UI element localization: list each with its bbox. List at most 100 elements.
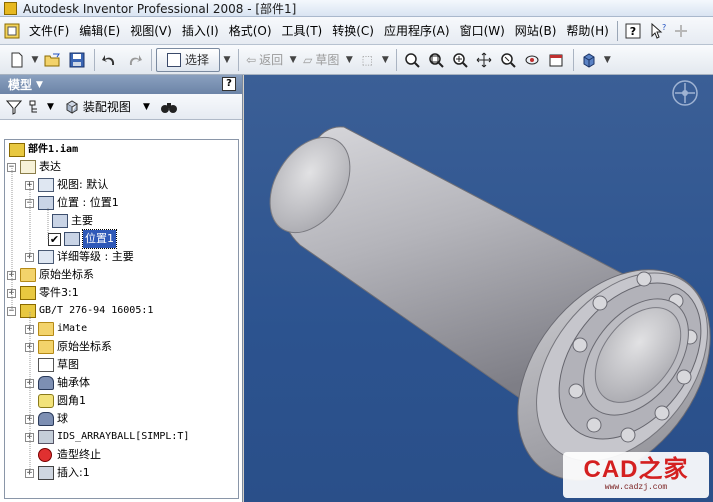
return-dropdown-chevron-icon[interactable]: ▼	[288, 48, 298, 72]
fillet-icon	[38, 394, 54, 408]
expand-toggle[interactable]: +	[25, 468, 34, 478]
display-style-cube-icon[interactable]	[578, 48, 600, 72]
tree-node-view[interactable]: + 视图: 默认	[25, 176, 108, 194]
menu-insert[interactable]: 插入(I)	[177, 17, 224, 45]
tree-node-level-of-detail[interactable]: + 详细等级 : 主要	[25, 248, 134, 266]
tree-node-representation[interactable]: − 表达	[7, 158, 61, 176]
tree-node-label: 球	[57, 412, 68, 425]
expand-toggle[interactable]: +	[25, 180, 34, 190]
sketch-button[interactable]: ▱ 草图	[300, 48, 342, 72]
tree-node-origin-2[interactable]: + 原始坐标系	[25, 338, 112, 356]
panel-help-icon[interactable]: ?	[222, 77, 236, 91]
tree-node-label: GB/T 276-94 16005:1	[39, 305, 154, 316]
tree-node-position[interactable]: − 位置 : 位置1	[25, 194, 119, 212]
tree-node-label: 零件3:1	[39, 286, 79, 299]
tree-node-label: 原始坐标系	[57, 340, 112, 353]
redo-icon[interactable]	[123, 48, 145, 72]
menu-edit[interactable]: 编辑(E)	[74, 17, 125, 45]
tree-node-sketch[interactable]: 草图	[25, 356, 79, 374]
active-checkmark-icon[interactable]: ✔	[48, 232, 61, 246]
graphics-viewport[interactable]: CAD之家 www.cadzj.com	[244, 75, 713, 502]
menu-format[interactable]: 格式(O)	[224, 17, 277, 45]
tree-node-position-main[interactable]: 主要	[52, 212, 93, 230]
hierarchy-dropdown-chevron-icon[interactable]: ▼	[47, 102, 54, 112]
undo-icon[interactable]	[99, 48, 121, 72]
rotate-icon[interactable]	[521, 48, 543, 72]
expand-toggle[interactable]: +	[25, 342, 34, 352]
tree-node-label: 视图: 默认	[57, 178, 109, 191]
menu-applications[interactable]: 应用程序(A)	[379, 17, 455, 45]
find-binoculars-icon[interactable]	[160, 100, 178, 114]
tree-node-ball[interactable]: + 球	[25, 410, 68, 428]
tree-node-imate[interactable]: + iMate	[25, 320, 87, 338]
tree-node-label: 圆角1	[57, 394, 86, 407]
expand-toggle[interactable]: +	[25, 252, 34, 262]
expand-toggle[interactable]: +	[7, 288, 16, 298]
tree-node-root[interactable]: 部件1.iam	[9, 141, 78, 159]
select-dropdown-chevron-icon[interactable]: ▼	[222, 48, 232, 72]
expand-toggle[interactable]: +	[25, 324, 34, 334]
menu-tools[interactable]: 工具(T)	[277, 17, 328, 45]
assembly-view-dropdown[interactable]: 装配视图 ▼	[64, 98, 150, 115]
look-at-icon[interactable]	[545, 48, 567, 72]
tree-node-pattern[interactable]: + IDS_ARRAYBALL[SIMPL:T]	[25, 428, 189, 446]
hierarchy-icon[interactable]: ▼	[28, 99, 54, 115]
expand-toggle[interactable]: +	[7, 270, 16, 280]
zoom-selected-icon[interactable]	[497, 48, 519, 72]
assembly-view-label: 装配视图	[82, 100, 131, 114]
panel-dropdown-chevron-icon[interactable]: ▼	[36, 80, 43, 90]
tree-node-origin[interactable]: + 原始坐标系	[7, 266, 94, 284]
new-file-icon[interactable]	[6, 48, 28, 72]
filter-icon[interactable]	[6, 99, 22, 115]
save-icon[interactable]	[66, 48, 88, 72]
assembly-view-chevron-icon: ▼	[142, 101, 150, 112]
zoom-window-icon[interactable]	[425, 48, 447, 72]
tree-node-end-of-part[interactable]: 造型终止	[25, 446, 101, 464]
sketch-dropdown-chevron-icon[interactable]: ▼	[344, 48, 354, 72]
menu-file[interactable]: 文件(F)	[24, 17, 74, 45]
select-button[interactable]: 选择	[156, 47, 220, 72]
inventor-app-icon	[4, 1, 17, 15]
tree-node-label: 原始坐标系	[39, 268, 94, 281]
menu-website[interactable]: 网站(B)	[510, 17, 562, 45]
collapse-toggle[interactable]: −	[25, 198, 34, 208]
menu-window[interactable]: 窗口(W)	[455, 17, 510, 45]
new-dropdown-chevron-icon[interactable]: ▼	[30, 48, 40, 72]
context-help-icon[interactable]: ?	[646, 20, 668, 42]
browser-toolbar: ▼ 装配视图 ▼	[0, 94, 242, 120]
expand-toggle[interactable]: +	[25, 378, 34, 388]
tree-node-fillet[interactable]: 圆角1	[25, 392, 86, 410]
tree-node-part3[interactable]: + 零件3:1	[7, 284, 79, 302]
menu-convert[interactable]: 转换(C)	[327, 17, 379, 45]
collapse-toggle[interactable]: −	[7, 162, 16, 172]
tree-node-insert[interactable]: + 插入:1	[25, 464, 90, 482]
pan-icon[interactable]	[473, 48, 495, 72]
zoom-icon[interactable]	[449, 48, 471, 72]
tree-node-bearing-body[interactable]: + 轴承体	[25, 374, 90, 392]
tree-node-label: 位置 : 位置1	[57, 196, 119, 209]
sketch-label: 草图	[315, 53, 340, 67]
part-icon	[20, 304, 36, 318]
tree-node-position-1[interactable]: ✔ 位置1	[48, 229, 117, 249]
return-button[interactable]: ⇦ 返回	[243, 48, 286, 72]
update-dropdown-chevron-icon[interactable]: ▼	[380, 48, 390, 72]
update-icon[interactable]: ⬚	[356, 48, 378, 72]
menu-view[interactable]: 视图(V)	[125, 17, 177, 45]
position-icon	[64, 232, 80, 246]
model-browser-header[interactable]: 模型 ▼ ?	[0, 75, 242, 94]
zoom-all-icon[interactable]	[401, 48, 423, 72]
tree-node-bearing-part[interactable]: − GB/T 276-94 16005:1	[7, 302, 153, 320]
menu-help[interactable]: 帮助(H)	[561, 17, 613, 45]
tree-node-label: 轴承体	[57, 376, 90, 389]
tree-node-label: 部件1.iam	[28, 144, 79, 155]
help-question-icon[interactable]: ?	[622, 20, 644, 42]
document-icon[interactable]	[2, 21, 22, 41]
display-style-dropdown-chevron-icon[interactable]: ▼	[602, 48, 612, 72]
tree-node-label: iMate	[57, 323, 88, 334]
plus-icon[interactable]	[670, 20, 692, 42]
collapse-toggle[interactable]: −	[7, 306, 16, 316]
expand-toggle[interactable]: +	[25, 432, 34, 442]
return-label: 返回	[259, 53, 284, 67]
expand-toggle[interactable]: +	[25, 414, 34, 424]
open-file-icon[interactable]	[42, 48, 64, 72]
